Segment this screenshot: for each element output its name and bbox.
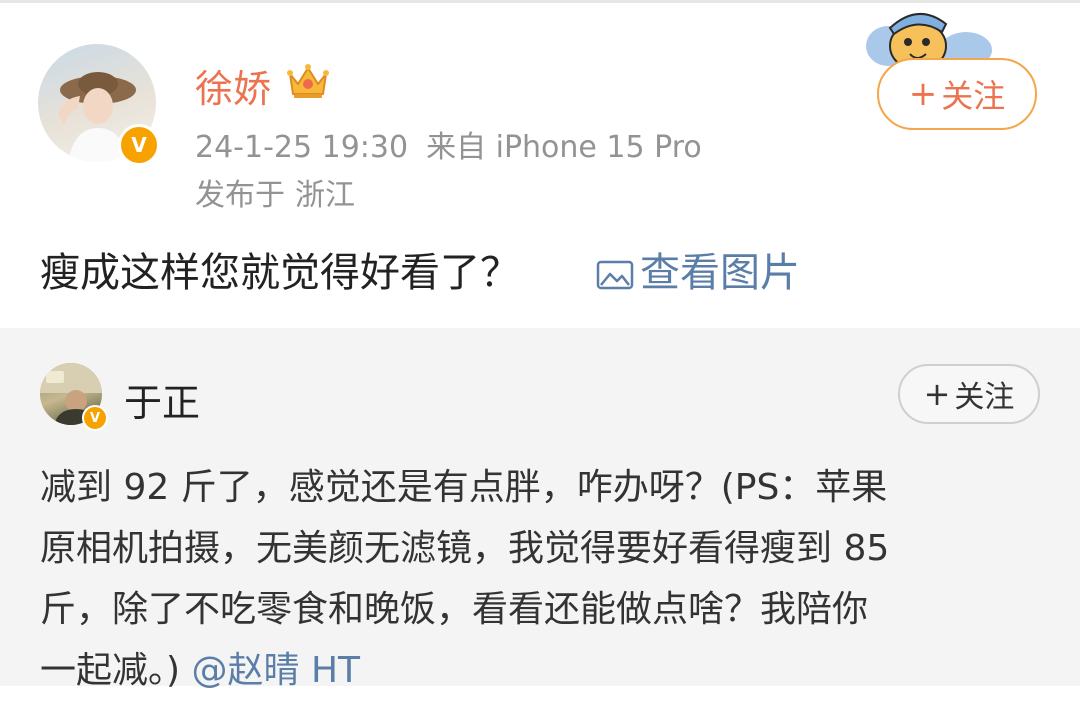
verified-badge-icon: V xyxy=(118,124,160,166)
plus-icon: + xyxy=(908,74,938,114)
author-name[interactable]: 徐娇 xyxy=(195,58,271,113)
repost-text-line: 斤，除了不吃零食和晚饭，看看还能做点啥？我陪你 xyxy=(40,589,869,630)
follow-repost-author-button[interactable]: + 关注 xyxy=(898,364,1040,424)
image-icon xyxy=(596,254,634,290)
post-source: 来自 iPhone 15 Pro xyxy=(426,130,702,165)
post-meta: 24-1-25 19:30 来自 iPhone 15 Pro xyxy=(195,122,702,166)
repost-author-name[interactable]: 于正 xyxy=(124,372,200,427)
repost-text-line: 减到 92 斤了，感觉还是有点胖，咋办呀？(PS：苹果 xyxy=(40,467,888,508)
verified-badge-icon: V xyxy=(82,405,108,431)
view-image-link[interactable]: 查看图片 xyxy=(596,240,800,298)
post-location: 发布于 浙江 xyxy=(195,170,355,214)
crown-icon xyxy=(286,60,330,100)
view-image-label: 查看图片 xyxy=(640,250,800,296)
mention-link[interactable]: @赵晴 HT xyxy=(192,650,361,691)
post-text: 瘦成这样您就觉得好看了？ xyxy=(40,250,520,296)
post-timestamp: 24-1-25 19:30 xyxy=(195,130,409,165)
repost-text: 减到 92 斤了，感觉还是有点胖，咋办呀？(PS：苹果 原相机拍摄，无美颜无滤镜… xyxy=(40,457,1050,701)
repost-text-line-last: 一起减。) @赵晴 HT xyxy=(40,640,1050,701)
follow-author-button[interactable]: + 关注 xyxy=(877,58,1037,130)
follow-label: 关注 xyxy=(954,380,1015,415)
repost-text-line: 原相机拍摄，无美颜无滤镜，我觉得要好看得瘦到 85 xyxy=(40,528,890,569)
follow-label: 关注 xyxy=(941,77,1006,115)
location-value: 浙江 xyxy=(295,178,355,213)
plus-icon: + xyxy=(923,375,951,413)
location-label: 发布于 xyxy=(195,178,285,213)
repost-text-tail: 一起减。) xyxy=(40,650,192,691)
